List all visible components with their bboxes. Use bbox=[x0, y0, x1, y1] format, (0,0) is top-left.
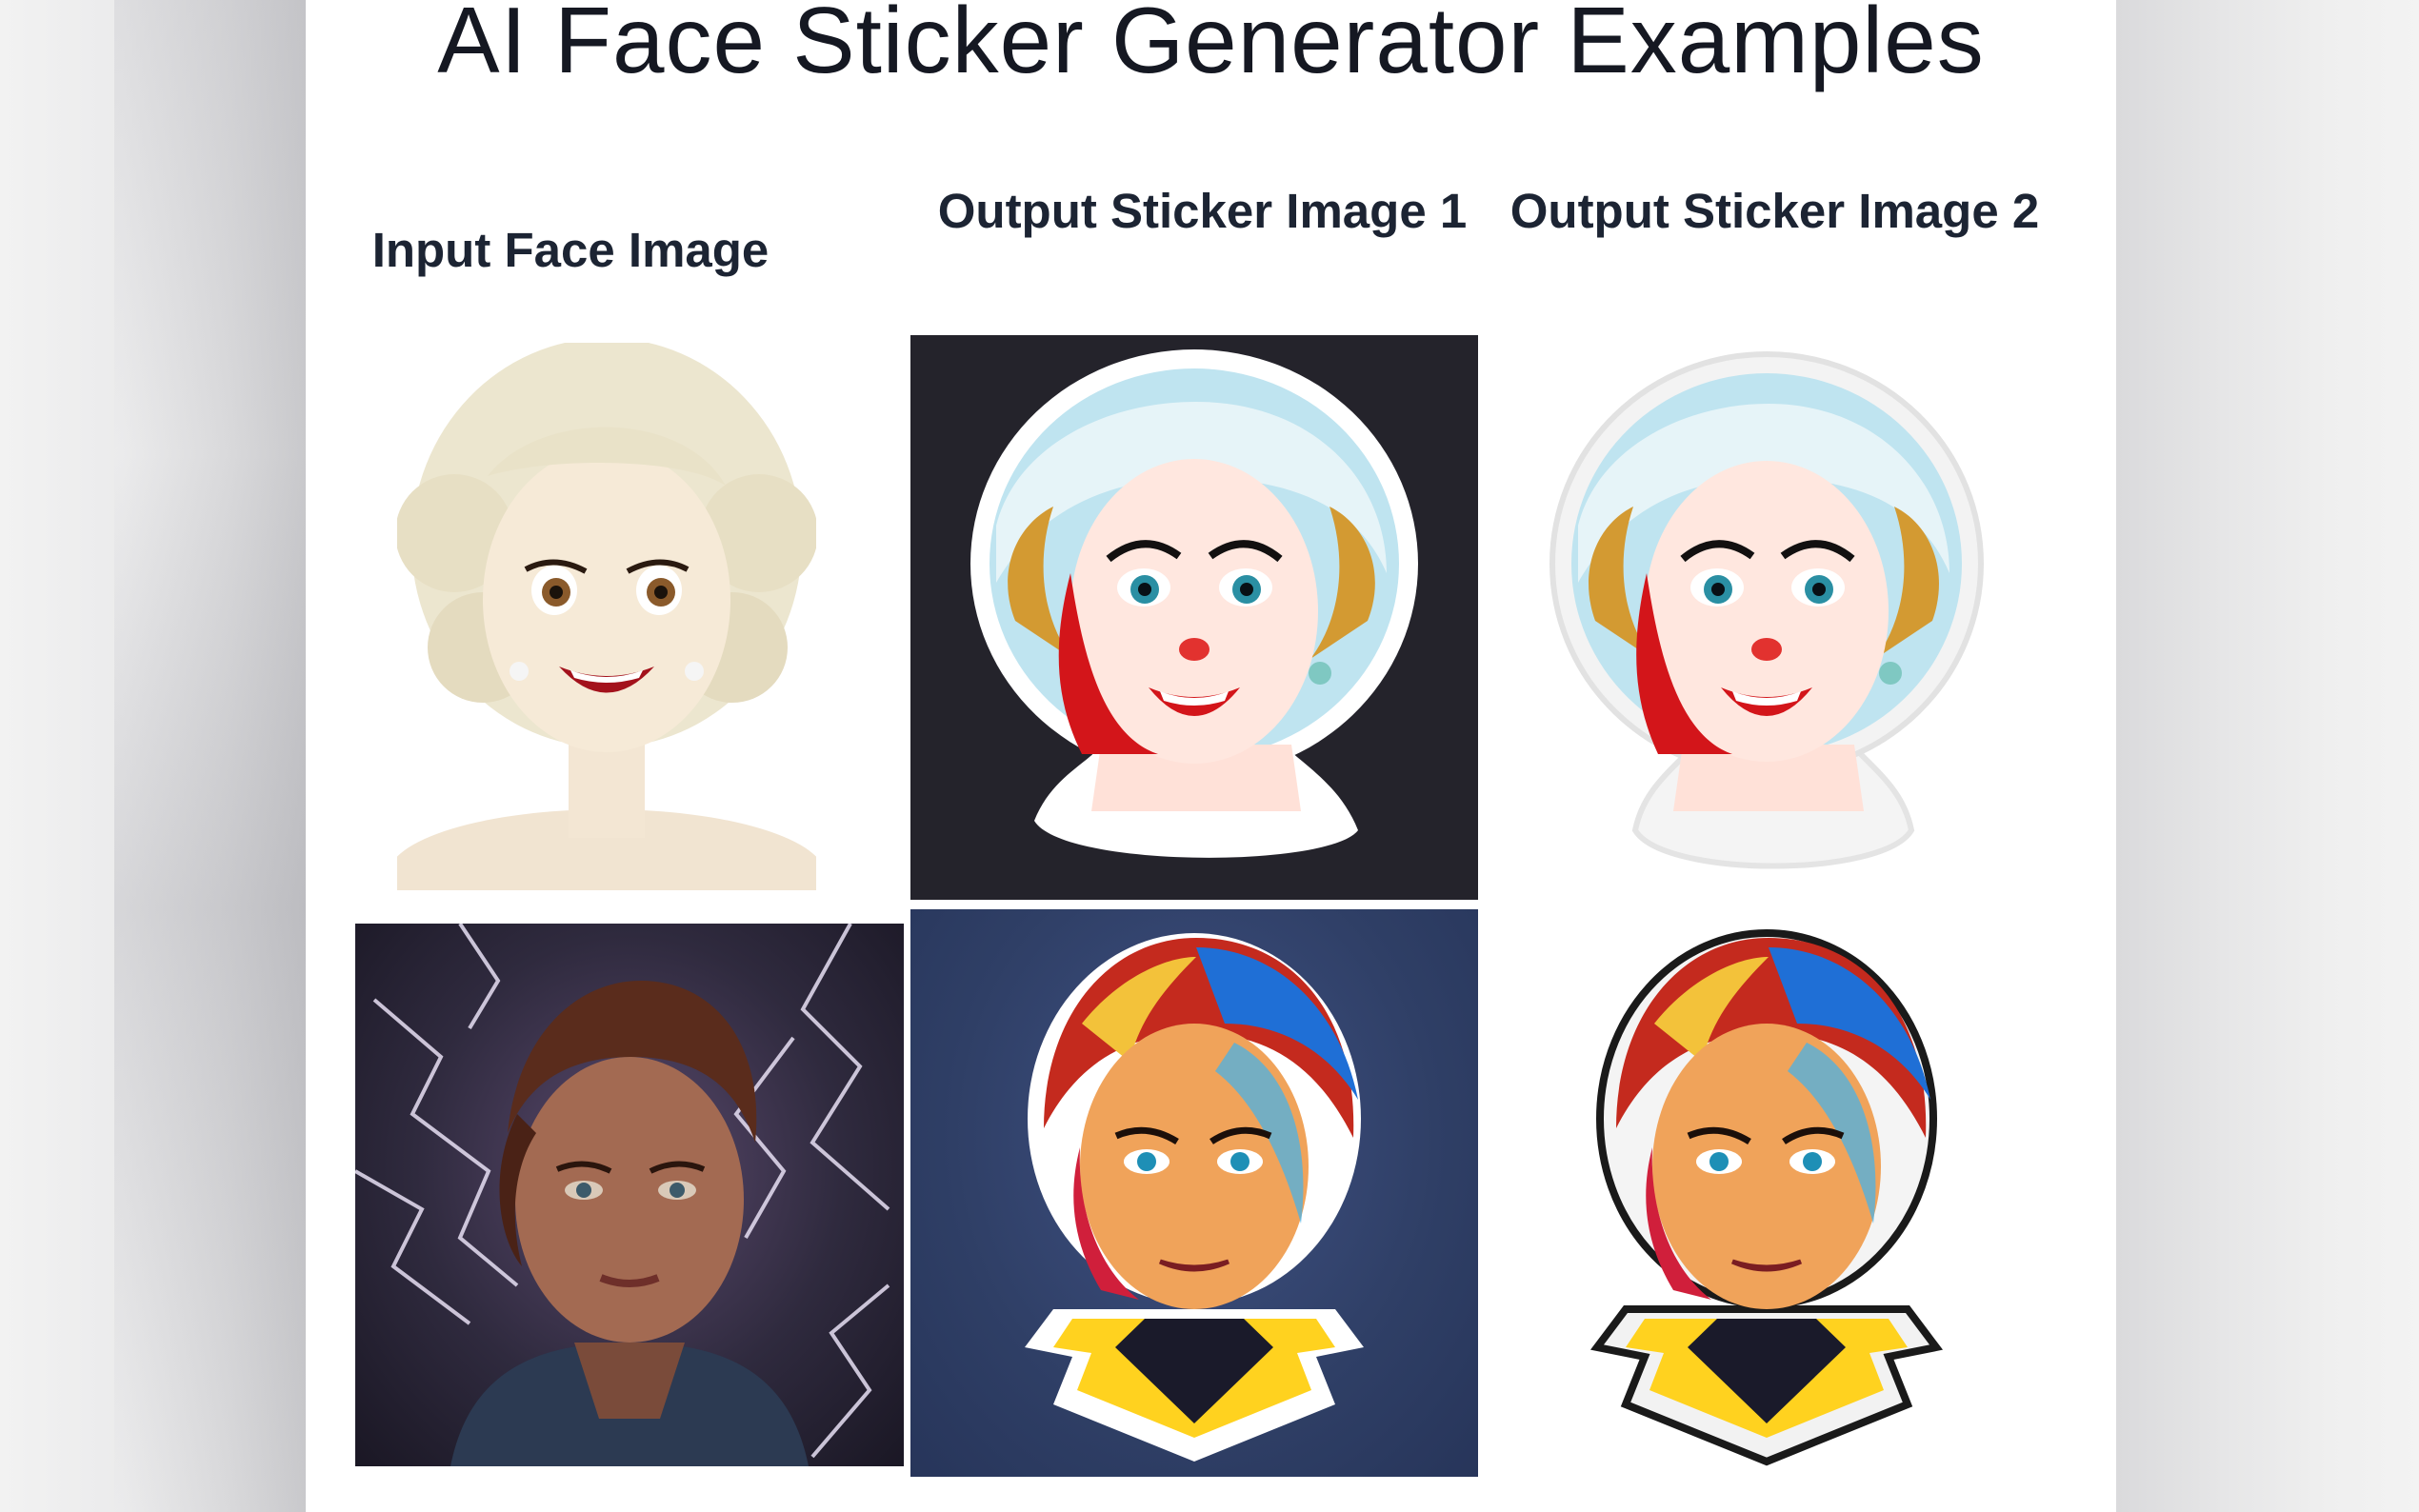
output-sticker-1-2 bbox=[910, 909, 1478, 1477]
content-panel: AI Face Sticker Generator Examples Input… bbox=[306, 0, 2116, 1512]
input-image-1 bbox=[397, 343, 816, 890]
left-background-blur bbox=[0, 0, 306, 1512]
right-background-blur bbox=[2116, 0, 2419, 1512]
input-image-2 bbox=[355, 924, 904, 1466]
header-output-2: Output Sticker Image 2 bbox=[1509, 184, 2040, 238]
output-sticker-2-2 bbox=[1483, 909, 2050, 1477]
page-title: AI Face Sticker Generator Examples bbox=[437, 0, 1985, 92]
header-output-1: Output Sticker Image 1 bbox=[937, 184, 1468, 238]
header-input: Input Face Image bbox=[371, 223, 770, 277]
output-sticker-2-1 bbox=[1483, 335, 2050, 900]
output-sticker-1-1 bbox=[910, 335, 1478, 900]
